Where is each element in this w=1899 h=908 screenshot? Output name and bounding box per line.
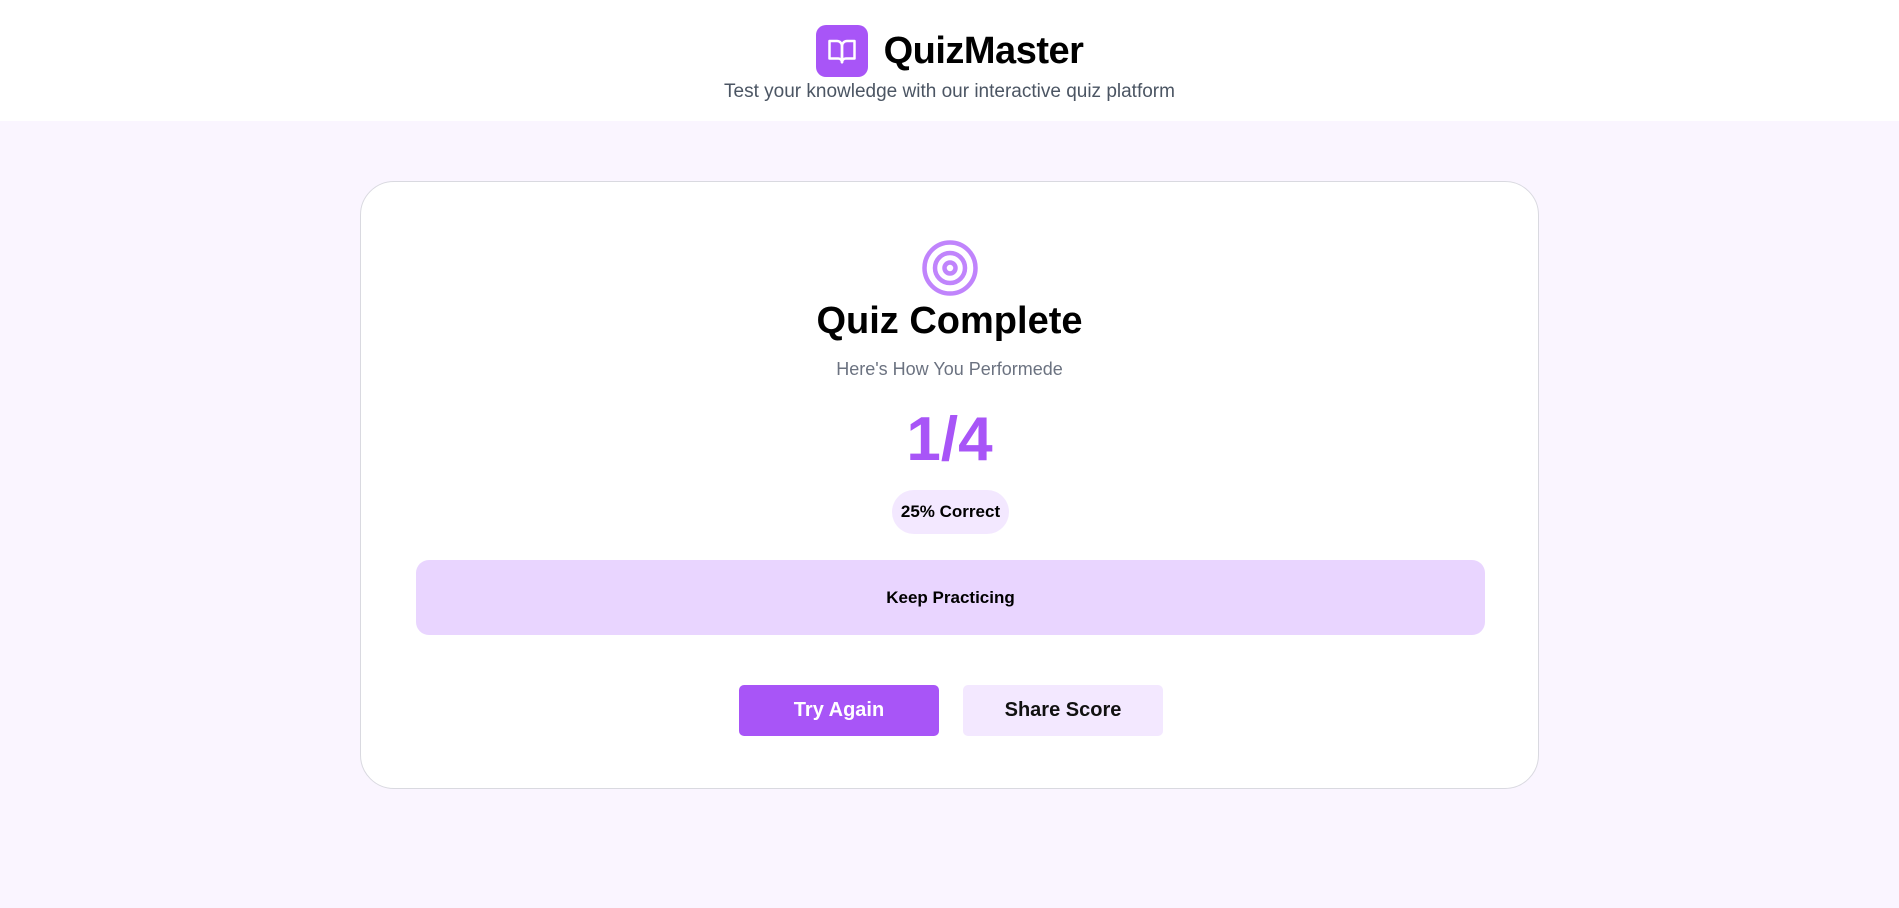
result-title: Quiz Complete [816, 300, 1083, 342]
book-open-icon [815, 25, 868, 77]
app-header: QuizMaster Test your knowledge with our … [0, 0, 1899, 121]
app-title: QuizMaster [883, 29, 1084, 72]
share-score-button[interactable]: Share Score [963, 685, 1163, 736]
app-tagline: Test your knowledge with our interactive… [724, 81, 1175, 102]
percentage-badge: 25% Correct [892, 490, 1009, 534]
target-icon [921, 239, 979, 297]
score-display: 1/4 [906, 405, 993, 474]
brand: QuizMaster [0, 25, 1899, 77]
result-subtitle: Here's How You Performede [836, 359, 1063, 379]
results-card: Quiz Complete Here's How You Performede … [360, 181, 1539, 789]
try-again-button[interactable]: Try Again [739, 685, 939, 736]
feedback-banner: Keep Practicing [416, 560, 1485, 635]
